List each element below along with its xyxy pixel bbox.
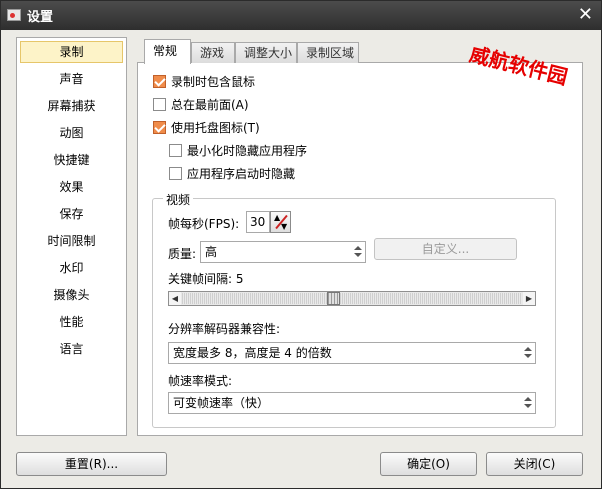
framerate-value: 可变帧速率（快）: [173, 396, 270, 410]
window-title: 设置: [27, 10, 54, 25]
checkbox-label: 最小化时隐藏应用程序: [187, 144, 308, 158]
sidebar-item-gif[interactable]: 动图: [20, 122, 123, 144]
tab-general[interactable]: 常规: [144, 39, 191, 64]
codec-select[interactable]: 宽度最多 8，高度是 4 的倍数: [168, 342, 536, 364]
ok-button[interactable]: 确定(O): [380, 452, 477, 476]
down-arrow-icon: ▼: [281, 222, 288, 231]
include-cursor-checkbox[interactable]: 录制时包含鼠标: [153, 73, 255, 91]
slider-right-arrow-icon[interactable]: ▶: [523, 292, 535, 305]
checkbox-box[interactable]: [153, 121, 166, 134]
keyframe-slider[interactable]: ◀ ▶: [168, 291, 536, 306]
checkbox-label: 总在最前面(A): [171, 98, 249, 112]
codec-value: 宽度最多 8，高度是 4 的倍数: [173, 346, 332, 360]
video-group-label: 视频: [163, 191, 194, 208]
sidebar-item-screen-capture[interactable]: 屏幕捕获: [20, 95, 123, 117]
title-bar: 设置 ✕: [1, 1, 601, 30]
category-sidebar: 录制 声音 屏幕捕获 动图 快捷键 效果 保存 时间限制 水印 摄像头 性能 语…: [16, 37, 127, 436]
sidebar-item-language[interactable]: 语言: [20, 338, 123, 360]
fps-stepper-button[interactable]: ▲ ▼: [270, 211, 291, 233]
sidebar-item-webcam[interactable]: 摄像头: [20, 284, 123, 306]
keyframe-label: 关键帧间隔: 5: [168, 272, 244, 286]
always-on-top-checkbox[interactable]: 总在最前面(A): [153, 96, 249, 114]
spinner-arrows-icon: [524, 346, 532, 360]
tab-resize[interactable]: 调整大小: [235, 42, 297, 63]
slider-left-arrow-icon[interactable]: ◀: [169, 292, 181, 305]
sidebar-item-save[interactable]: 保存: [20, 203, 123, 225]
spinner-arrows-icon: [354, 245, 362, 259]
tab-game[interactable]: 游戏: [191, 42, 235, 63]
settings-window: 设置 ✕ 录制 声音 屏幕捕获 动图 快捷键 效果 保存 时间限制 水印 摄像头…: [0, 0, 602, 489]
sidebar-item-sound[interactable]: 声音: [20, 68, 123, 90]
sidebar-item-hotkeys[interactable]: 快捷键: [20, 149, 123, 171]
sidebar-item-effects[interactable]: 效果: [20, 176, 123, 198]
close-icon[interactable]: ✕: [578, 4, 593, 25]
checkbox-label: 应用程序启动时隐藏: [187, 167, 296, 181]
framerate-select[interactable]: 可变帧速率（快）: [168, 392, 536, 414]
tab-record-area[interactable]: 录制区域: [297, 42, 359, 63]
app-icon: [7, 9, 21, 21]
checkbox-label: 录制时包含鼠标: [171, 75, 256, 89]
sidebar-item-performance[interactable]: 性能: [20, 311, 123, 333]
quality-select[interactable]: 高: [200, 241, 366, 263]
sidebar-item-record[interactable]: 录制: [20, 41, 123, 63]
startup-hide-checkbox[interactable]: 应用程序启动时隐藏: [169, 165, 295, 183]
minimize-hide-checkbox[interactable]: 最小化时隐藏应用程序: [169, 142, 307, 160]
fps-input[interactable]: 30: [246, 211, 270, 233]
reset-button[interactable]: 重置(R)...: [16, 452, 167, 476]
quality-label: 质量:: [168, 247, 197, 261]
fps-label: 帧每秒(FPS):: [168, 217, 240, 231]
checkbox-box[interactable]: [169, 167, 182, 180]
sidebar-item-watermark[interactable]: 水印: [20, 257, 123, 279]
sidebar-item-time-limit[interactable]: 时间限制: [20, 230, 123, 252]
close-button[interactable]: 关闭(C): [486, 452, 583, 476]
slider-track: [182, 293, 522, 304]
checkbox-label: 使用托盘图标(T): [171, 121, 260, 135]
framerate-label: 帧速率模式:: [168, 374, 233, 388]
checkbox-box[interactable]: [153, 75, 166, 88]
checkbox-box[interactable]: [153, 98, 166, 111]
checkbox-box[interactable]: [169, 144, 182, 157]
spinner-arrows-icon: [524, 396, 532, 410]
quality-value: 高: [205, 245, 218, 259]
codec-label: 分辨率解码器兼容性:: [168, 322, 281, 336]
custom-button[interactable]: 自定义...: [374, 238, 517, 260]
tray-icon-checkbox[interactable]: 使用托盘图标(T): [153, 119, 260, 137]
up-arrow-icon: ▲: [274, 213, 281, 222]
slider-thumb[interactable]: [327, 292, 341, 305]
